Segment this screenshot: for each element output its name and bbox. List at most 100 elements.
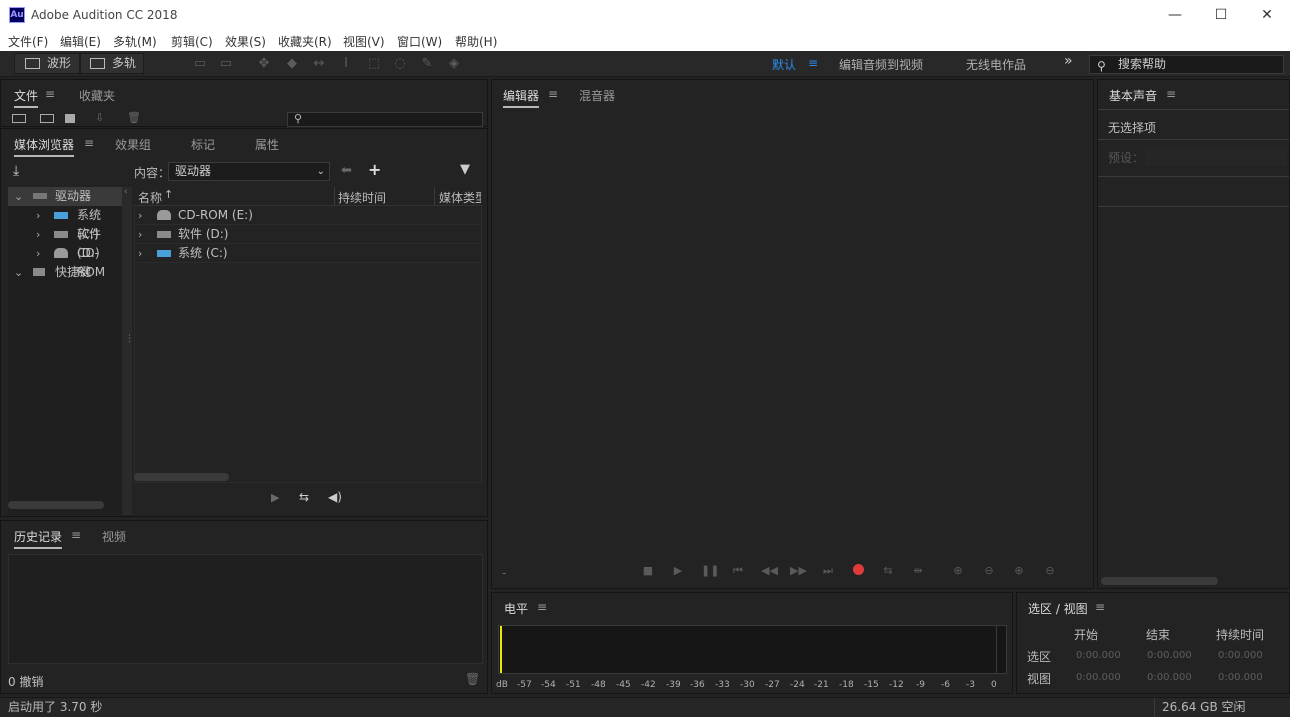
column-divider[interactable] (434, 187, 435, 206)
razor-tool-icon[interactable]: ◆ (283, 56, 301, 72)
tab-properties[interactable]: 属性 (255, 136, 279, 153)
workspace-default[interactable]: 默认 (772, 56, 796, 73)
pause-icon[interactable]: ❚❚ (701, 564, 719, 577)
selection-duration-field[interactable]: 0:00.000 (1218, 650, 1263, 661)
waveform-button[interactable]: 波形 (14, 53, 80, 74)
column-duration[interactable]: 持续时间 (338, 189, 386, 206)
column-name[interactable]: 名称 (138, 189, 162, 206)
workspace-edit-audio-to-video[interactable]: 编辑音频到视频 (839, 56, 923, 73)
chevron-right-icon[interactable]: › (36, 225, 40, 244)
media-row-software-d[interactable]: › 软件 (D:) (134, 225, 481, 244)
back-arrow-icon[interactable]: ⬅ (341, 163, 352, 178)
tab-favorites[interactable]: 收藏夹 (79, 87, 115, 104)
tab-mixer[interactable]: 混音器 (579, 87, 615, 104)
minimize-button[interactable]: — (1152, 0, 1198, 30)
view-end-field[interactable]: 0:00.000 (1147, 672, 1192, 683)
essential-horizontal-scrollbar[interactable] (1101, 577, 1218, 585)
delete-history-icon[interactable]: 🗑 (465, 672, 480, 686)
media-panel-menu-icon[interactable]: ≡ (84, 136, 94, 150)
collapse-arrow-icon[interactable]: ‹ (124, 187, 128, 197)
tab-files[interactable]: 文件 (14, 87, 39, 108)
maximize-button[interactable]: ☐ (1198, 0, 1244, 30)
spectral-frequency-icon[interactable]: ▭ (191, 56, 209, 72)
content-dropdown[interactable]: 驱动器 ⌄ (168, 162, 330, 181)
grip-icon[interactable]: ⋮ (125, 335, 134, 344)
zoom-in-amplitude-icon[interactable]: ⊕ (951, 564, 965, 577)
lasso-selection-icon[interactable]: ◌ (391, 56, 409, 72)
search-help-input[interactable]: ⚲ 搜索帮助 (1089, 55, 1284, 74)
selection-end-field[interactable]: 0:00.000 (1147, 650, 1192, 661)
view-start-field[interactable]: 0:00.000 (1076, 672, 1121, 683)
menu-file[interactable]: 文件(F) (8, 33, 48, 50)
play-icon[interactable]: ▶ (671, 564, 685, 577)
spot-healing-icon[interactable]: ◈ (445, 56, 463, 72)
chevron-right-icon[interactable]: › (36, 244, 40, 263)
menu-view[interactable]: 视图(V) (343, 33, 385, 50)
menu-effects[interactable]: 效果(S) (225, 33, 266, 50)
tree-item-cdrom[interactable]: › CD-ROM (8, 244, 122, 279)
time-selection-icon[interactable]: I (337, 56, 355, 72)
view-duration-field[interactable]: 0:00.000 (1218, 672, 1263, 683)
chevron-right-icon[interactable]: › (138, 206, 142, 225)
slip-tool-icon[interactable]: ↔ (310, 56, 328, 72)
selection-panel-menu-icon[interactable]: ≡ (1095, 600, 1105, 614)
tab-media-browser[interactable]: 媒体浏览器 (14, 136, 75, 157)
menu-edit[interactable]: 编辑(E) (60, 33, 101, 50)
tab-effects-rack[interactable]: 效果组 (115, 136, 151, 153)
menu-clip[interactable]: 剪辑(C) (171, 33, 213, 50)
editor-panel-menu-icon[interactable]: ≡ (548, 87, 558, 101)
media-row-system-c[interactable]: › 系统 (C:) (134, 244, 481, 263)
column-media-type[interactable]: 媒体类型 (439, 189, 481, 206)
more-workspaces-icon[interactable]: » (1064, 53, 1073, 69)
menu-window[interactable]: 窗口(W) (397, 33, 442, 50)
add-location-icon[interactable]: ⤓ (13, 163, 19, 179)
loop-playback-icon[interactable]: ⇆ (881, 564, 895, 577)
chevron-right-icon[interactable]: › (138, 244, 142, 263)
tree-item-shortcuts[interactable]: ⌄ 快捷键 (8, 263, 122, 282)
column-divider[interactable] (334, 187, 335, 206)
levels-panel-menu-icon[interactable]: ≡ (537, 600, 547, 614)
close-button[interactable]: ✕ (1244, 0, 1290, 30)
import-file-icon[interactable] (40, 114, 54, 123)
splitter-handle[interactable]: ‹ ⋮ (122, 187, 134, 515)
stop-icon[interactable]: ■ (641, 564, 655, 577)
filter-icon[interactable]: ▼ (460, 162, 470, 177)
multitrack-button[interactable]: 多轨 (80, 53, 144, 74)
next-icon[interactable]: ⏭ (821, 564, 835, 577)
tree-horizontal-scrollbar[interactable] (8, 501, 104, 509)
zoom-out-amplitude-icon[interactable]: ⊖ (982, 564, 996, 577)
menu-help[interactable]: 帮助(H) (455, 33, 497, 50)
menu-favorites[interactable]: 收藏夹(R) (278, 33, 332, 50)
chevron-right-icon[interactable]: › (138, 225, 142, 244)
grid-horizontal-scrollbar[interactable] (134, 473, 229, 481)
autoplay-speaker-icon[interactable]: ◀) (328, 490, 342, 504)
rewind-icon[interactable]: ◀◀ (761, 564, 778, 577)
add-shortcut-icon[interactable]: + (368, 160, 381, 179)
fast-forward-icon[interactable]: ▶▶ (790, 564, 807, 577)
skip-selection-icon[interactable]: ⇹ (911, 564, 925, 577)
tab-markers[interactable]: 标记 (191, 136, 215, 153)
preview-loop-icon[interactable]: ⇆ (299, 490, 309, 504)
previous-icon[interactable]: ⏮ (731, 564, 745, 577)
paintbrush-selection-icon[interactable]: ✎ (418, 56, 436, 72)
files-panel-menu-icon[interactable]: ≡ (45, 87, 55, 101)
spectral-pitch-icon[interactable]: ▭ (217, 56, 235, 72)
chevron-expanded-icon[interactable]: ⌄ (14, 263, 23, 282)
tab-editor[interactable]: 编辑器 (503, 87, 540, 108)
chevron-right-icon[interactable]: › (36, 206, 40, 225)
history-panel-menu-icon[interactable]: ≡ (71, 528, 81, 542)
workspace-menu-icon[interactable]: ≡ (808, 56, 818, 70)
zoom-out-time-icon[interactable]: ⊖ (1043, 564, 1057, 577)
tree-item-software-d[interactable]: › 软件 (D:) (8, 225, 122, 260)
move-tool-icon[interactable]: ✥ (255, 56, 273, 72)
tab-history[interactable]: 历史记录 (14, 528, 63, 549)
menu-multitrack[interactable]: 多轨(M) (113, 33, 157, 50)
chevron-expanded-icon[interactable]: ⌄ (14, 187, 23, 206)
selection-start-field[interactable]: 0:00.000 (1076, 650, 1121, 661)
marquee-selection-icon[interactable]: ⬚ (365, 56, 383, 72)
zoom-in-time-icon[interactable]: ⊕ (1012, 564, 1026, 577)
insert-icon[interactable]: ⇩ (95, 111, 104, 124)
tree-item-system-c[interactable]: › 系统 (C:) (8, 206, 122, 241)
essential-panel-menu-icon[interactable]: ≡ (1166, 87, 1176, 101)
files-search-input[interactable]: ⚲ (287, 112, 483, 127)
